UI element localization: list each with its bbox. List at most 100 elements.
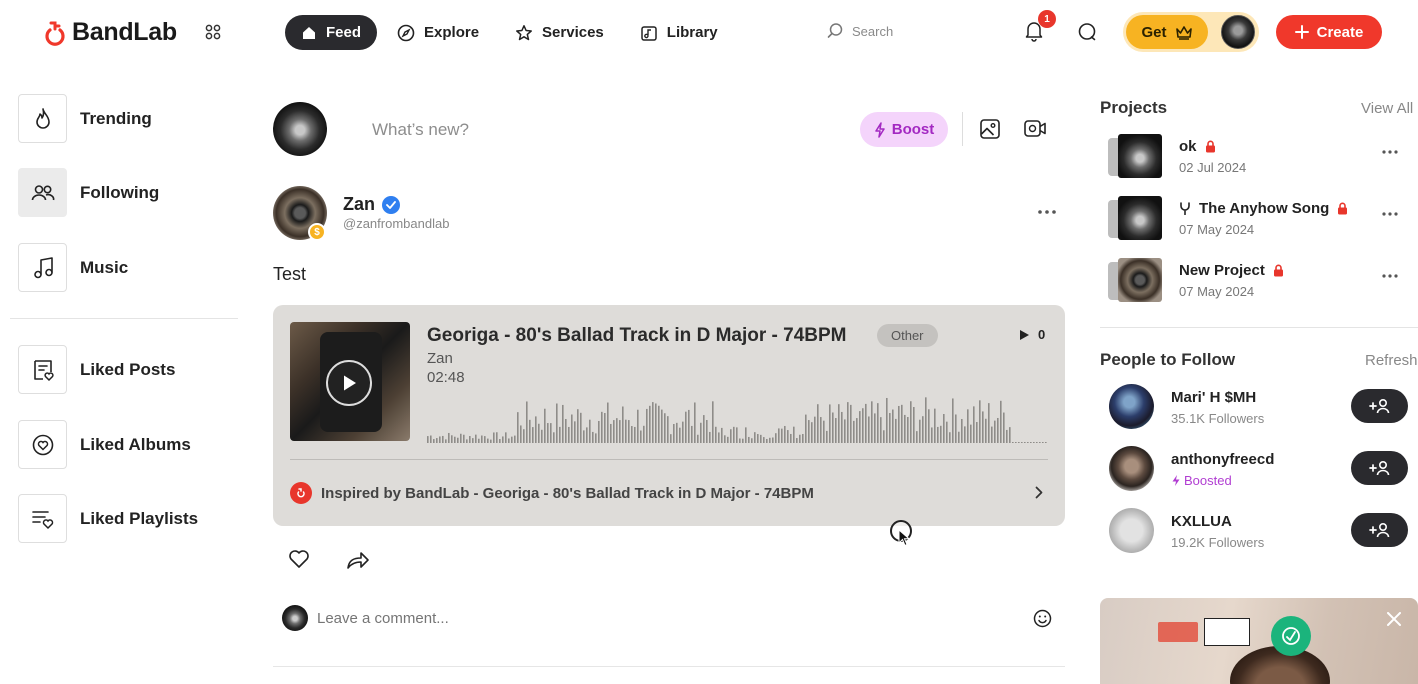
- waveform-bar: [1030, 442, 1032, 443]
- waveform-bar: [853, 420, 855, 443]
- follow-button[interactable]: [1351, 451, 1408, 485]
- waveform-bar: [523, 429, 525, 443]
- waveform-bar: [877, 403, 879, 443]
- boost-button[interactable]: Boost: [860, 112, 948, 147]
- promo-banner[interactable]: [1100, 598, 1418, 684]
- waveform-bar: [988, 403, 990, 443]
- chevron-right-icon[interactable]: [1035, 486, 1043, 499]
- waveform-bar: [697, 434, 699, 443]
- waveform-bar: [835, 418, 837, 443]
- get-membership-button[interactable]: Get: [1126, 15, 1208, 49]
- chat-icon[interactable]: [1077, 22, 1097, 42]
- sidebar-item-liked-posts[interactable]: Liked Posts: [18, 345, 175, 394]
- post-author[interactable]: Zan: [343, 194, 401, 215]
- refresh-link[interactable]: Refresh: [1365, 352, 1418, 369]
- sidebar-item-liked-albums[interactable]: Liked Albums: [18, 420, 191, 469]
- waveform-bar: [649, 405, 651, 443]
- nav-explore[interactable]: Explore: [381, 15, 495, 50]
- sidebar-item-following[interactable]: Following: [18, 168, 159, 217]
- genre-tag[interactable]: Other: [877, 324, 938, 347]
- sidebar-item-trending[interactable]: Trending: [18, 94, 152, 143]
- sidebar-divider: [10, 318, 238, 319]
- waveform-bar: [745, 427, 747, 443]
- main-nav: Feed Explore Services Library: [285, 15, 738, 50]
- waveform-bar: [685, 411, 687, 443]
- track-card[interactable]: Georiga - 80's Ballad Track in D Major -…: [273, 305, 1065, 526]
- nav-feed[interactable]: Feed: [285, 15, 378, 50]
- waveform-bar: [742, 438, 744, 443]
- heart-icon[interactable]: [288, 549, 310, 569]
- project-item[interactable]: New Project 07 May 2024: [1108, 258, 1408, 308]
- waveform[interactable]: [427, 393, 1047, 443]
- more-options-icon[interactable]: [1382, 212, 1398, 216]
- person-item[interactable]: KXLLUA 19.2K Followers: [1109, 508, 1409, 556]
- nav-library[interactable]: Library: [624, 15, 734, 50]
- waveform-bar: [445, 439, 447, 443]
- person-name[interactable]: KXLLUA: [1171, 513, 1232, 530]
- person-name[interactable]: Mari' H $MH: [1171, 389, 1256, 406]
- follow-button[interactable]: [1351, 513, 1408, 547]
- waveform-bar: [520, 425, 522, 443]
- close-icon[interactable]: [1387, 612, 1401, 626]
- view-all-link[interactable]: View All: [1361, 100, 1413, 117]
- waveform-bar: [766, 438, 768, 443]
- waveform-bar: [586, 427, 588, 443]
- sidebar-item-music[interactable]: Music: [18, 243, 128, 292]
- waveform-bar: [709, 431, 711, 443]
- waveform-bar: [556, 403, 558, 443]
- waveform-bar: [796, 438, 798, 443]
- waveform-bar: [1024, 442, 1026, 443]
- play-button[interactable]: [326, 360, 372, 406]
- more-options-icon[interactable]: [1038, 210, 1056, 214]
- user-avatar[interactable]: [1221, 15, 1255, 49]
- project-item[interactable]: ok 02 Jul 2024: [1108, 134, 1408, 184]
- waveform-bar: [670, 434, 672, 443]
- post-author-handle[interactable]: @zanfrombandlab: [343, 216, 449, 231]
- search-placeholder: Search: [852, 23, 894, 39]
- track-artist[interactable]: Zan: [427, 350, 453, 367]
- waveform-bar: [427, 436, 429, 443]
- video-upload-icon[interactable]: [1023, 118, 1047, 140]
- liked-playlists-icon: [31, 510, 53, 529]
- waveform-bar: [646, 408, 648, 443]
- waveform-bar: [748, 436, 750, 443]
- waveform-bar: [553, 432, 555, 443]
- person-name[interactable]: anthonyfreecd: [1171, 451, 1274, 468]
- apps-grid-icon[interactable]: [205, 24, 221, 40]
- person-item[interactable]: Mari' H $MH 35.1K Followers: [1109, 384, 1409, 432]
- waveform-bar: [889, 413, 891, 443]
- person-item[interactable]: anthonyfreecd Boosted: [1109, 446, 1409, 494]
- waveform-bar: [598, 420, 600, 443]
- project-item[interactable]: The Anyhow Song 07 May 2024: [1108, 196, 1408, 246]
- project-name: ok: [1179, 138, 1216, 155]
- inspired-by-link[interactable]: Inspired by BandLab - Georiga - 80's Bal…: [321, 485, 814, 502]
- waveform-bar: [715, 426, 717, 443]
- share-icon[interactable]: [346, 550, 370, 570]
- more-options-icon[interactable]: [1382, 274, 1398, 278]
- nav-services[interactable]: Services: [499, 15, 620, 50]
- play-count-icon: [1020, 329, 1029, 340]
- create-button[interactable]: Create: [1276, 15, 1382, 49]
- search-box[interactable]: Search: [826, 22, 893, 40]
- side-icon-box: [18, 494, 67, 543]
- membership-group: Get: [1123, 12, 1259, 52]
- comment-input[interactable]: [317, 610, 917, 627]
- bandlab-logo[interactable]: BandLab: [42, 18, 177, 47]
- feed-divider: [273, 666, 1065, 667]
- waveform-bar: [913, 407, 915, 443]
- waveform-bar: [829, 404, 831, 443]
- person-avatar[interactable]: [1109, 384, 1154, 429]
- emoji-icon[interactable]: [1033, 609, 1052, 628]
- waveform-bar: [943, 414, 945, 443]
- waveform-bar: [700, 422, 702, 443]
- waveform-bar: [703, 415, 705, 443]
- follow-button[interactable]: [1351, 389, 1408, 423]
- track-title[interactable]: Georiga - 80's Ballad Track in D Major -…: [427, 325, 846, 347]
- waveform-bar: [628, 420, 630, 443]
- composer-input[interactable]: What’s new?: [372, 120, 469, 140]
- image-upload-icon[interactable]: [979, 118, 1001, 140]
- person-avatar[interactable]: [1109, 508, 1154, 553]
- more-options-icon[interactable]: [1382, 150, 1398, 154]
- person-avatar[interactable]: [1109, 446, 1154, 491]
- sidebar-item-liked-playlists[interactable]: Liked Playlists: [18, 494, 198, 543]
